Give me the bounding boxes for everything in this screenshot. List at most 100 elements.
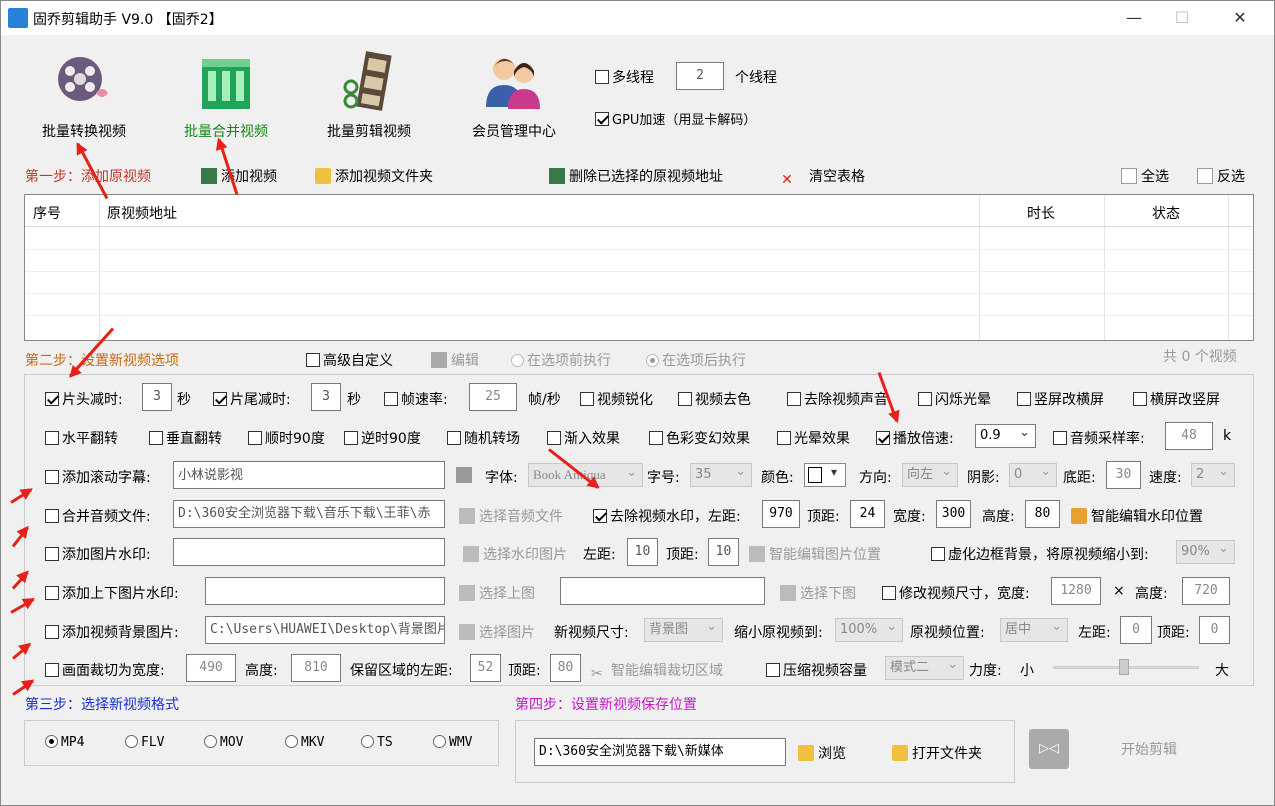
clear-table-button[interactable]: ✕ 清空表格	[779, 166, 865, 188]
col-header-duration[interactable]: 时长	[1027, 203, 1055, 223]
sharpen-check-box[interactable]	[580, 392, 594, 406]
format-wmv[interactable]: WMV	[433, 735, 472, 750]
bg-path-input[interactable]: C:\Users\HUAWEI\Desktop\背景图片	[205, 616, 445, 644]
advanced-checkbox[interactable]: 高级自定义	[306, 350, 393, 370]
delete-selected-button[interactable]: 删除已选择的原视频地址	[549, 166, 723, 186]
shadow-dropdown[interactable]: 0	[1009, 461, 1057, 487]
smart-crop-button[interactable]: ✂ 智能编辑裁切区域	[591, 660, 723, 682]
sample-rate-input[interactable]: 48	[1165, 422, 1213, 450]
crop-check-box[interactable]	[45, 663, 59, 677]
pos-left-input[interactable]: 0	[1120, 616, 1152, 644]
invert-select-button[interactable]: 反选	[1197, 166, 1245, 186]
color-fx-check-box[interactable]	[649, 431, 663, 445]
crop-width-input[interactable]: 490	[186, 654, 236, 682]
col-header-path[interactable]: 原视频地址	[107, 203, 177, 223]
v2h-check-box[interactable]	[1017, 392, 1031, 406]
direction-dropdown[interactable]: 向左	[902, 461, 958, 487]
merge-audio-check-box[interactable]	[45, 509, 59, 523]
blur-bg-checkbox[interactable]: 虚化边框背景，将原视频缩小到:	[931, 544, 1149, 564]
scroll-sub-check-box[interactable]	[45, 470, 59, 484]
h2v-checkbox[interactable]: 横屏改竖屏	[1133, 389, 1220, 409]
select-wm-img-button[interactable]: 选择水印图片	[463, 544, 567, 564]
size-dropdown[interactable]: 35	[690, 461, 752, 487]
remove-audio-checkbox[interactable]: 去除视频声音	[787, 389, 888, 409]
format-mp4[interactable]: MP4	[45, 735, 84, 750]
browse-button[interactable]: 浏览	[798, 743, 846, 763]
new-size-dropdown[interactable]: 背景图	[644, 616, 723, 642]
sample-rate-check-box[interactable]	[1053, 431, 1067, 445]
speed-dropdown[interactable]: 0.9	[975, 422, 1036, 448]
format-wmv-radio[interactable]	[433, 735, 446, 748]
img-wm-check-box[interactable]	[45, 547, 59, 561]
format-mov-radio[interactable]	[204, 735, 217, 748]
shrink-dropdown[interactable]: 100%	[835, 616, 903, 642]
merge-audio-checkbox[interactable]: 合并音频文件:	[45, 506, 151, 526]
gpu-check-box[interactable]	[595, 112, 609, 126]
add-video-button[interactable]: 添加视频	[201, 166, 277, 186]
col-header-index[interactable]: 序号	[33, 203, 61, 223]
crop-height-input[interactable]: 810	[291, 654, 341, 682]
format-ts[interactable]: TS	[361, 735, 393, 750]
audio-path-input[interactable]: D:\360安全浏览器下载\音乐下载\王菲\赤	[173, 500, 445, 528]
select-top-button[interactable]: 选择上图	[459, 583, 535, 603]
tb-wm-check-box[interactable]	[45, 586, 59, 600]
img-left-input[interactable]: 10	[627, 538, 658, 566]
random-trans-checkbox[interactable]: 随机转场	[447, 428, 520, 448]
blur-dropdown[interactable]: 90%	[1176, 538, 1235, 564]
fade-in-checkbox[interactable]: 渐入效果	[547, 428, 620, 448]
head-trim-check-box[interactable]	[45, 392, 59, 406]
frame-rate-input[interactable]: 25	[469, 383, 517, 411]
minimize-button[interactable]: —	[1111, 1, 1157, 35]
vflip-checkbox[interactable]: 垂直翻转	[149, 428, 222, 448]
tb-wm-checkbox[interactable]: 添加上下图片水印:	[45, 583, 179, 603]
img-wm-checkbox[interactable]: 添加图片水印:	[45, 544, 151, 564]
tail-trim-input[interactable]: 3	[311, 383, 341, 411]
rot90cw-check-box[interactable]	[248, 431, 262, 445]
gpu-checkbox[interactable]: GPU加速（用显卡解码）	[595, 109, 756, 128]
hflip-checkbox[interactable]: 水平翻转	[45, 428, 118, 448]
blur-bg-check-box[interactable]	[931, 547, 945, 561]
keep-left-input[interactable]: 52	[470, 654, 501, 682]
format-mkv[interactable]: MKV	[285, 735, 324, 750]
speed-check-box[interactable]	[876, 431, 890, 445]
compress-check-box[interactable]	[766, 663, 780, 677]
img-top-input[interactable]: 10	[708, 538, 739, 566]
rot90cw-checkbox[interactable]: 顺时90度	[248, 428, 325, 448]
select-bottom-button[interactable]: 选择下图	[780, 583, 856, 603]
wm-left-input[interactable]: 970	[762, 500, 800, 528]
smart-wm-button[interactable]: 智能编辑水印位置	[1071, 506, 1203, 526]
sharpen-checkbox[interactable]: 视频锐化	[580, 389, 653, 409]
orig-pos-dropdown[interactable]: 居中	[1000, 616, 1068, 642]
speed2-dropdown[interactable]: 2	[1191, 461, 1235, 487]
tail-trim-check-box[interactable]	[213, 392, 227, 406]
bottom-img-input[interactable]	[560, 577, 765, 605]
wm-width-input[interactable]: 300	[936, 500, 971, 528]
flash-check-box[interactable]	[918, 392, 932, 406]
vflip-check-box[interactable]	[149, 431, 163, 445]
img-wm-input[interactable]	[173, 538, 445, 566]
batch-convert-button[interactable]: 批量转换视频	[24, 43, 144, 143]
remove-wm-check-box[interactable]	[593, 509, 607, 523]
random-trans-check-box[interactable]	[447, 431, 461, 445]
format-flv-radio[interactable]	[125, 735, 138, 748]
scroll-sub-checkbox[interactable]: 添加滚动字幕:	[45, 467, 151, 487]
format-mov[interactable]: MOV	[204, 735, 243, 750]
exec-after-radio[interactable]: 在选项后执行	[646, 350, 746, 370]
speed-checkbox[interactable]: 播放倍速:	[876, 428, 954, 448]
halo-check-box[interactable]	[777, 431, 791, 445]
multithread-check-box[interactable]	[595, 70, 609, 84]
format-ts-radio[interactable]	[361, 735, 374, 748]
scroll-sub-input[interactable]: 小林说影视	[173, 461, 445, 489]
batch-merge-button[interactable]: 批量合并视频	[166, 43, 286, 143]
format-mkv-radio[interactable]	[285, 735, 298, 748]
h2v-check-box[interactable]	[1133, 392, 1147, 406]
rot90ccw-check-box[interactable]	[344, 431, 358, 445]
rot90ccw-checkbox[interactable]: 逆时90度	[344, 428, 421, 448]
wm-top-input[interactable]: 24	[850, 500, 885, 528]
exec-before-radio-circle[interactable]	[511, 354, 524, 367]
select-img-button[interactable]: 选择图片	[459, 622, 535, 642]
slider-thumb[interactable]	[1119, 659, 1129, 675]
frame-rate-checkbox[interactable]: 帧速率:	[384, 389, 448, 409]
color-picker[interactable]: ▾	[804, 463, 846, 487]
pos-top-input[interactable]: 0	[1199, 616, 1230, 644]
